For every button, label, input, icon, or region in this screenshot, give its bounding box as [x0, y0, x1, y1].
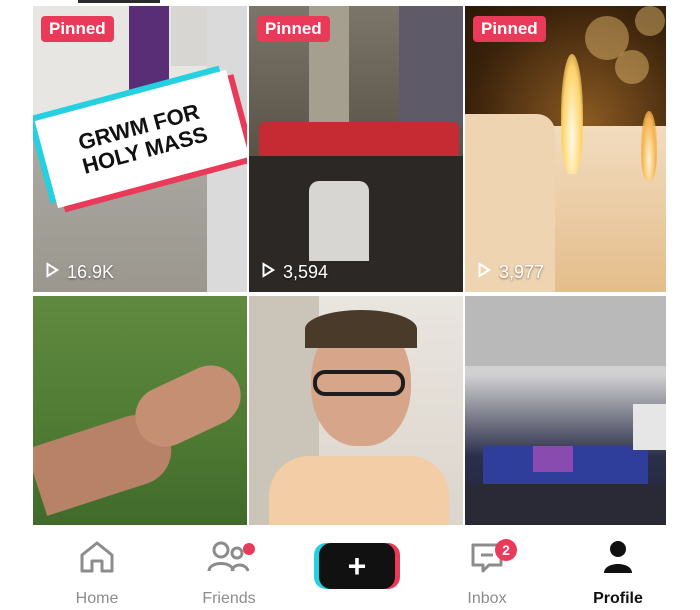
video-thumbnail[interactable]	[465, 296, 666, 525]
thumbnail-ceiling	[465, 296, 666, 366]
video-thumbnail[interactable]: GRWM FOR HOLY MASS Pinned 16.9K	[33, 6, 247, 292]
play-icon	[475, 261, 493, 284]
create-button[interactable]: +	[319, 543, 395, 589]
inbox-badge: 2	[495, 539, 517, 561]
plus-icon: +	[347, 548, 367, 584]
nav-friends-label: Friends	[202, 590, 256, 607]
video-thumbnail[interactable]	[33, 296, 247, 525]
thumbnail-bokeh	[615, 50, 649, 84]
play-icon	[259, 261, 277, 284]
thumbnail-flame	[561, 54, 583, 174]
top-scroll-indicator	[78, 0, 160, 3]
thumbnail-shirt	[269, 456, 449, 525]
video-thumbnail[interactable]: Pinned 3,594	[249, 6, 463, 292]
thumbnail-crowd	[465, 484, 666, 525]
view-count-value: 3,594	[283, 262, 329, 282]
nav-friends[interactable]: Friends	[174, 539, 284, 608]
nav-home[interactable]: Home	[42, 539, 152, 608]
play-icon	[43, 261, 61, 284]
thumbnail-side-screen	[633, 404, 666, 450]
thumbnail-screen	[533, 446, 573, 472]
nav-profile[interactable]: Profile	[563, 539, 673, 608]
nav-inbox[interactable]: 2 Inbox	[432, 539, 542, 608]
pinned-badge: Pinned	[257, 16, 330, 42]
video-grid: GRWM FOR HOLY MASS Pinned 16.9K Pinned 3…	[33, 6, 666, 525]
view-count: 3,977	[475, 261, 544, 284]
pinned-badge: Pinned	[473, 16, 546, 42]
profile-icon	[598, 539, 638, 580]
nav-home-label: Home	[75, 590, 119, 607]
view-count-value: 16.9K	[67, 262, 115, 282]
friends-notification-dot	[243, 543, 255, 555]
home-icon	[76, 539, 118, 580]
video-thumbnail[interactable]	[249, 296, 463, 525]
view-count: 3,594	[259, 261, 328, 284]
nav-profile-label: Profile	[593, 590, 643, 607]
nav-inbox-label: Inbox	[467, 590, 507, 607]
bottom-navigation: Home Friends + 2 Inbox Profile	[0, 525, 700, 610]
thumbnail-bg-robe	[129, 6, 169, 92]
video-thumbnail[interactable]: Pinned 3,977	[465, 6, 666, 292]
thumbnail-flame	[641, 111, 657, 181]
thumbnail-bg-window	[399, 6, 463, 126]
thumbnail-bokeh	[635, 6, 665, 36]
thumbnail-bg-person	[309, 181, 369, 261]
pinned-badge: Pinned	[41, 16, 114, 42]
thumbnail-glasses	[313, 370, 405, 396]
view-count: 16.9K	[43, 261, 114, 284]
view-count-value: 3,977	[499, 262, 545, 282]
thumbnail-hair	[305, 310, 417, 348]
